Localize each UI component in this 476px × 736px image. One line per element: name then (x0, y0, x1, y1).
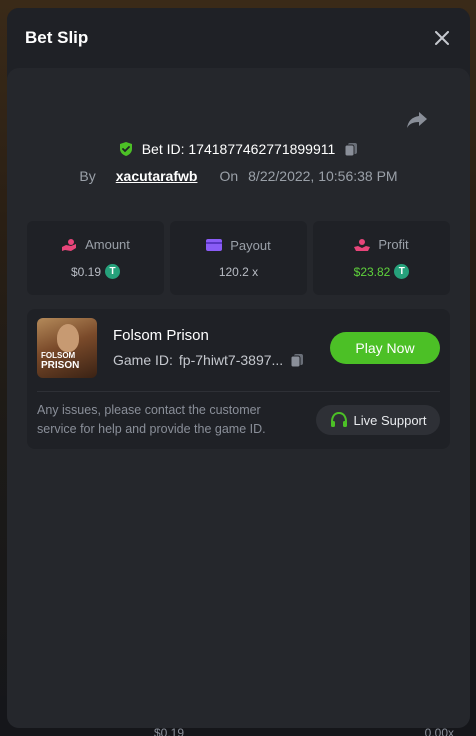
verified-shield-icon (119, 142, 132, 156)
on-label: On (219, 168, 239, 184)
bet-id-row: Bet ID: 1741877462771899911 (7, 141, 470, 157)
amount-value: $0.19 (70, 264, 102, 279)
bet-meta-row: By xacutarafwb On 8/22/2022, 10:56:38 PM (7, 168, 470, 184)
game-id: Game ID: fp-7hiwt7-3897... (113, 352, 305, 368)
game-thumbnail[interactable]: FOLSOM PRISON (37, 318, 97, 378)
bet-date: 8/22/2022, 10:56:38 PM (248, 168, 398, 184)
help-text: Any issues, please contact the customer … (37, 403, 266, 436)
modal-title: Bet Slip (25, 28, 89, 47)
close-button[interactable] (432, 28, 452, 48)
share-button[interactable] (406, 110, 430, 132)
bet-id-label: Bet ID: 1741877462771899911 (141, 141, 336, 157)
payout-stat: Payout 120.2 x (170, 221, 307, 295)
modal-header: Bet Slip (7, 8, 470, 68)
headset-icon (330, 412, 347, 427)
copy-icon[interactable] (289, 352, 305, 368)
live-support-button[interactable]: Live Support (316, 405, 440, 435)
profit-value: $23.82 (353, 264, 391, 279)
hand-coin-icon (354, 238, 371, 251)
tether-coin-icon: T (105, 264, 121, 279)
tether-coin-icon: T (394, 264, 410, 279)
divider (37, 391, 440, 392)
modal-body: Bet ID: 1741877462771899911 By xacutaraf… (7, 68, 470, 728)
profit-stat: Profit $23.82 T (313, 221, 450, 295)
money-hand-icon (62, 238, 77, 251)
share-icon (407, 112, 427, 128)
amount-stat: Amount $0.19 T (27, 221, 164, 295)
payout-value: 120.2 x (218, 264, 259, 279)
card-icon (206, 239, 223, 251)
play-now-button[interactable]: Play Now (330, 332, 440, 364)
stats-row: Amount $0.19 T Payout 120.2 x Profit $23… (27, 221, 450, 295)
by-label: By (79, 168, 96, 184)
game-card: FOLSOM PRISON Folsom Prison Game ID: fp-… (27, 309, 450, 449)
copy-icon[interactable] (343, 141, 359, 157)
username-link[interactable]: xacutarafwb (116, 168, 198, 184)
game-title: Folsom Prison (113, 327, 209, 344)
bet-slip-modal: Bet Slip Bet ID: 1741877462771899911 By … (7, 8, 470, 728)
close-icon (435, 31, 449, 45)
